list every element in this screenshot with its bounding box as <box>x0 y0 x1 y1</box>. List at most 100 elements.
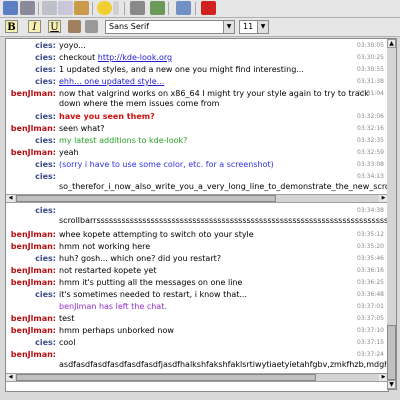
message-nick: cies: <box>35 160 56 169</box>
message-text: not restarted kopete yet <box>59 266 157 275</box>
message-nick: cies: <box>35 172 56 181</box>
message-text: test <box>59 314 75 323</box>
horizontal-scrollbar[interactable]: ◀ ▶ <box>6 194 388 203</box>
message-text-continued: asdfasdfasdfasdfasdfasdfjasdfhalkshfaksh… <box>59 360 389 369</box>
message-timestamp: 03:31:04 <box>357 90 384 97</box>
copy-icon[interactable] <box>58 1 73 15</box>
message-timestamp: 03:32:35 <box>357 137 384 144</box>
save-icon[interactable] <box>3 1 18 15</box>
chat-message: benJlman: not restarted kopete yet 03:36:1… <box>6 265 388 276</box>
horizontal-scrollbar[interactable]: ◀ ▶ <box>6 373 388 382</box>
scroll-left-icon[interactable]: ◀ <box>6 195 15 202</box>
message-link[interactable]: http://kde-look.org <box>98 53 172 62</box>
message-timestamp: 03:34:38 <box>357 207 384 214</box>
message-timestamp: 03:36:16 <box>357 267 384 274</box>
scroll-down-icon[interactable]: ▼ <box>387 380 396 389</box>
message-text: hmm perhaps unborked now <box>59 326 174 335</box>
scroll-left-icon[interactable]: ◀ <box>6 374 15 381</box>
chat-message: cies: (sorry i have to use some color, et… <box>6 159 388 170</box>
toolbar-separator <box>195 2 196 15</box>
font-size-select[interactable]: 11 ▼ <box>239 20 269 34</box>
chevron-down-icon: ▼ <box>257 21 268 33</box>
spellcheck-icon[interactable] <box>150 1 165 15</box>
chat-message: cies: ehh... one updated style... 03:31:38 <box>6 76 388 87</box>
chat-message: benJlman has left the chat. 03:37:01 <box>6 301 388 312</box>
chat-message: benJlman: hmm not working here 03:35:20 <box>6 241 388 252</box>
message-text: my latest additions to kde-look? <box>59 136 188 145</box>
message-timestamp: 03:34:13 <box>357 173 384 180</box>
message-text: ehh... one updated style... <box>59 77 164 87</box>
scroll-up-icon[interactable]: ▲ <box>387 39 396 48</box>
bold-button[interactable]: B <box>5 20 18 33</box>
message-text: huh? gosh... which one? did you restart? <box>59 254 221 263</box>
chat-message: cies: checkout http://kde-look.org 03:30:2… <box>6 52 388 63</box>
toolbar-separator <box>38 2 39 15</box>
italic-button[interactable]: I <box>28 20 41 33</box>
message-nick: benJlman: <box>10 326 56 335</box>
message-timestamp: 03:32:06 <box>357 113 384 120</box>
message-nick: benJlman: <box>10 278 56 287</box>
message-timestamp: 03:37:15 <box>357 339 384 346</box>
chat-view[interactable]: cies: yoyo... 03:30:05 cies: checkout http:/… <box>5 38 389 392</box>
message-nick: cies: <box>35 77 56 86</box>
flag-icon[interactable] <box>201 1 216 15</box>
chat-message: benJlman: asdfasdfasdfasdfasdfasdfjasdfha… <box>6 349 388 371</box>
underline-button[interactable]: U <box>48 20 61 33</box>
print-icon[interactable] <box>20 1 35 15</box>
vertical-scrollbar[interactable]: ▲ ▼ <box>387 38 397 390</box>
message-text: yeah <box>59 148 79 157</box>
scroll-thumb[interactable] <box>387 325 396 380</box>
chat-message: cies: so_therefor_i_now_also_write_you_a_… <box>6 171 388 193</box>
emoticon-icon[interactable] <box>97 1 112 15</box>
message-nick: cies: <box>35 53 56 62</box>
message-text-prefix: checkout <box>59 53 98 62</box>
chat-message: cies: have you seen them? 03:32:06 <box>6 111 388 122</box>
message-text: 1 updated styles, and a new one you migh… <box>59 65 304 74</box>
chat-message: benJlman: yeah 03:32:59 <box>6 147 388 158</box>
message-text: it's sometimes needed to restart, i know… <box>59 290 248 299</box>
message-timestamp: 03:31:38 <box>357 78 384 85</box>
message-nick: cies: <box>35 65 56 74</box>
chat-message: cies: 1 updated styles, and a new one you… <box>6 64 388 75</box>
message-timestamp: 03:30:05 <box>357 42 384 49</box>
message-nick: cies: <box>35 290 56 299</box>
chat-message: cies: my latest additions to kde-look? 03:… <box>6 135 388 146</box>
pen-icon[interactable] <box>130 1 145 15</box>
message-timestamp: 03:36:48 <box>357 291 384 298</box>
chat-message: benJlman: now that valgrind works on x86_… <box>6 88 388 110</box>
message-nick: cies: <box>35 136 56 145</box>
chat-message: cies: huh? gosh... which one? did you res… <box>6 253 388 264</box>
text-color-icon[interactable] <box>68 20 81 33</box>
message-nick: cies: <box>35 338 56 347</box>
message-timestamp: 03:36:25 <box>357 279 384 286</box>
scroll-thumb[interactable] <box>16 195 276 202</box>
toolbar-separator <box>92 2 93 15</box>
message-text: (sorry i have to use some color, etc. fo… <box>59 160 274 169</box>
message-timestamp: 03:37:10 <box>357 327 384 334</box>
chat-message: cies: it's sometimes needed to restart, i… <box>6 289 388 300</box>
message-timestamp: 03:35:12 <box>357 231 384 238</box>
message-timestamp: 03:30:55 <box>357 66 384 73</box>
message-timestamp: 03:30:25 <box>357 54 384 61</box>
message-link[interactable]: ehh... one updated style... <box>59 77 164 86</box>
message-nick: benJlman: <box>10 314 56 323</box>
cut-icon[interactable] <box>42 1 57 15</box>
scroll-thumb[interactable] <box>16 374 316 381</box>
paste-icon[interactable] <box>74 1 89 15</box>
message-timestamp: 03:33:08 <box>357 161 384 168</box>
message-timestamp: 03:35:20 <box>357 243 384 250</box>
main-toolbar <box>0 0 400 18</box>
chat-message: cies: scrollbarrsssssssssssssssssssssssss… <box>6 205 388 227</box>
message-nick: benJlman: <box>10 242 56 251</box>
message-text: seen what? <box>59 124 105 133</box>
message-nick: benJlman: <box>10 230 56 239</box>
font-family-select[interactable]: Sans Serif ▼ <box>105 20 235 34</box>
message-text: yoyo... <box>59 41 86 50</box>
emoticon-dropdown-icon[interactable] <box>113 1 119 15</box>
contacts-icon[interactable] <box>176 1 191 15</box>
background-color-icon[interactable] <box>85 20 98 33</box>
message-nick: cies: <box>35 206 56 215</box>
font-size-value: 11 <box>243 22 254 31</box>
message-timestamp: 03:35:46 <box>357 255 384 262</box>
message-nick: benJlman: <box>10 124 56 133</box>
